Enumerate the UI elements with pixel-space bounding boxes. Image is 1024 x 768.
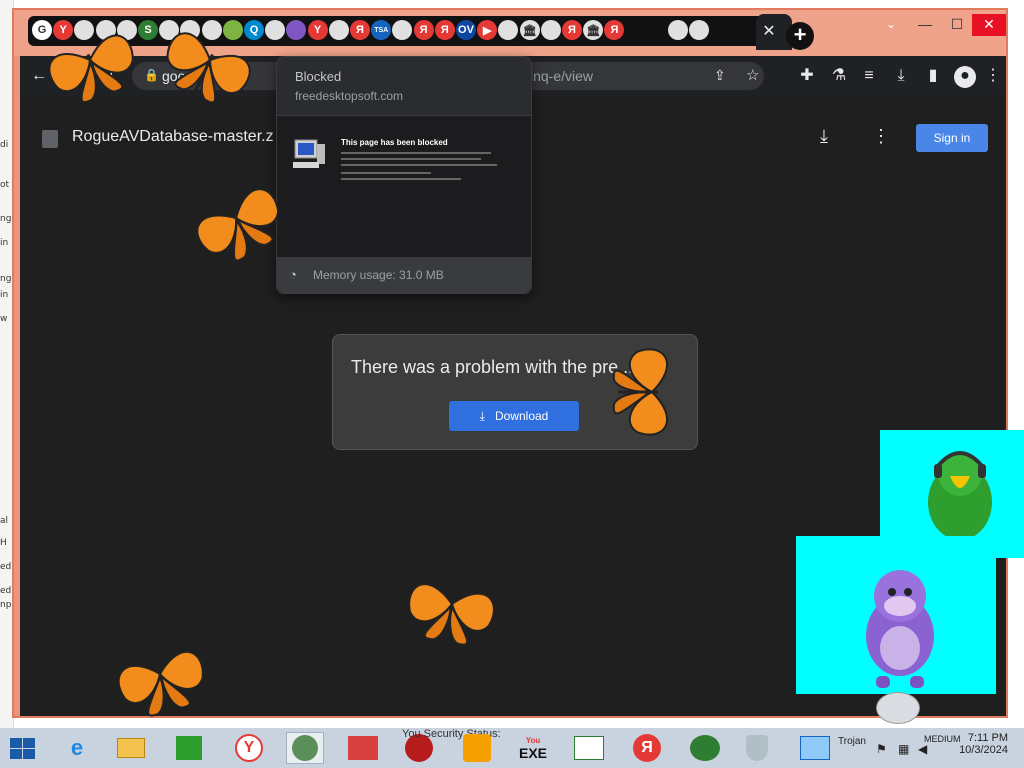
download-icon[interactable]: ⤓ <box>820 126 828 147</box>
download-manager-icon[interactable] <box>686 732 724 764</box>
yandex-browser-icon[interactable]: Y <box>230 732 268 764</box>
clock-time: 7:11 PM <box>967 732 1008 744</box>
kebab-menu-icon[interactable]: ⋮ <box>982 66 1004 88</box>
preview-error-card: There was a problem with the pre... ⤓ Do… <box>332 334 698 450</box>
back-arrow-icon[interactable]: ← <box>28 66 50 88</box>
blank-icon[interactable] <box>646 20 667 40</box>
side-panel-icon[interactable]: ▮ <box>922 66 944 88</box>
desktop-label: di <box>0 140 9 150</box>
memory-usage-bar: ◔ Memory usage: 31.0 MB <box>277 257 531 293</box>
profile-avatar-icon[interactable]: ● <box>954 66 976 88</box>
globe-icon[interactable] <box>201 20 222 40</box>
yandex-icon[interactable]: Я <box>628 732 666 764</box>
star-icon[interactable]: ☆ <box>746 66 759 84</box>
blocked-heading: This page has been blocked <box>341 138 448 147</box>
lab-flask-icon[interactable]: ⚗ <box>828 66 850 88</box>
blocked-text-lines <box>341 152 501 184</box>
blank-icon[interactable] <box>625 20 646 40</box>
youtube-icon: You <box>525 735 541 745</box>
desktop-label: ot <box>0 180 10 190</box>
download-button[interactable]: ⤓ Download <box>449 401 579 431</box>
tab-strip: G Y S Q Y Я TSA Я Я OV ▶ 🏛 Я 🏛 Я ✕ + ⌄ — ☐ ✕ <box>14 10 1006 56</box>
tab-hover-card: Blocked freedesktopsoft.com This page ha… <box>276 56 532 294</box>
hover-card-domain: freedesktopsoft.com <box>295 89 404 103</box>
sign-in-button[interactable]: Sign in <box>916 124 988 152</box>
yandex-icon[interactable]: Я <box>562 20 582 40</box>
chrome-running-icon[interactable] <box>286 732 324 764</box>
globe-icon[interactable] <box>116 20 137 40</box>
close-window-button[interactable]: ✕ <box>972 14 1006 36</box>
ov-icon[interactable]: OV <box>456 20 476 40</box>
desktop-label: np <box>0 600 12 610</box>
document-icon <box>42 130 58 148</box>
globe-icon[interactable] <box>328 20 349 40</box>
google-icon[interactable]: G <box>32 20 52 40</box>
computer-icon <box>293 139 325 168</box>
exe-app-icon[interactable]: You EXE <box>514 732 552 764</box>
shield-icon[interactable] <box>738 732 776 764</box>
document-title: RogueAVDatabase-master.z <box>72 128 274 145</box>
gorilla-icon <box>866 570 934 688</box>
q-icon[interactable]: Q <box>244 20 264 40</box>
download-button-label: Download <box>494 409 549 423</box>
y-icon[interactable]: Y <box>307 20 328 40</box>
clock-date: 10/3/2024 <box>959 744 1008 756</box>
desktop-label: al <box>0 516 9 526</box>
yandex-icon[interactable]: Я <box>434 20 455 40</box>
address-path: lnq-e/view <box>530 68 594 84</box>
desktop-label: ed <box>0 562 12 572</box>
reload-icon[interactable]: ↻ <box>96 66 118 88</box>
exe-label: EXE <box>518 744 547 761</box>
network-monitor-icon[interactable] <box>796 732 834 764</box>
minimize-button[interactable]: — <box>908 14 942 36</box>
share-icon[interactable]: ⇪ <box>714 67 726 84</box>
network-icon[interactable]: ▦ <box>898 742 909 756</box>
yandex-icon[interactable]: Я <box>413 20 434 40</box>
globe-icon[interactable] <box>540 20 561 40</box>
internet-explorer-icon[interactable]: e <box>58 732 96 764</box>
bonzi-character[interactable] <box>796 536 996 694</box>
windows-start-button[interactable] <box>10 738 36 760</box>
volume-icon[interactable]: ◀ <box>918 742 927 756</box>
error-message: There was a problem with the pre... <box>351 357 634 377</box>
package-icon[interactable] <box>344 732 382 764</box>
hover-card-title: Blocked <box>295 69 342 84</box>
desktop-label: ng <box>0 214 12 224</box>
lock-icon: 🔒 <box>144 68 159 82</box>
flag-icon[interactable]: ⚑ <box>876 742 887 756</box>
bank-icon[interactable]: 🏛 <box>519 20 540 40</box>
hover-card-preview: This page has been blocked <box>277 115 531 257</box>
document-viewer-icon[interactable] <box>570 732 608 764</box>
desktop-label: in <box>0 238 9 248</box>
s-icon[interactable]: S <box>138 20 158 40</box>
media-queue-icon[interactable]: ≡ <box>858 66 880 88</box>
globe-icon <box>876 692 920 724</box>
desktop-label: ng <box>0 274 12 284</box>
globe-icon[interactable] <box>668 20 688 40</box>
clock[interactable]: 7:11 PM 10/3/2024 <box>944 732 1008 756</box>
chevron-down-icon[interactable]: ⌄ <box>874 14 908 36</box>
gauge-icon: ◔ <box>289 267 297 282</box>
leaf-icon[interactable] <box>222 20 243 40</box>
file-explorer-icon[interactable] <box>112 732 150 764</box>
taskbar: e Y You Security Status: You EXE Я Troja… <box>0 728 1024 768</box>
new-tab-button[interactable]: + <box>786 22 814 50</box>
downloads-icon[interactable]: ⤓ <box>890 66 912 88</box>
trojan-label: Trojan <box>838 736 866 747</box>
search-magnifier-icon[interactable] <box>458 732 496 764</box>
more-options-icon[interactable]: ⋮ <box>872 126 890 147</box>
desktop-label: in <box>0 290 9 300</box>
extensions-icon[interactable]: ✚ <box>796 66 818 88</box>
download-arrow-icon: ⤓ <box>479 408 485 423</box>
close-tab-icon[interactable]: ✕ <box>760 23 778 41</box>
store-icon[interactable] <box>170 732 208 764</box>
news-icon[interactable] <box>95 20 116 40</box>
maximize-button[interactable]: ☐ <box>940 14 974 36</box>
memory-usage-text: Memory usage: 31.0 MB <box>313 268 444 282</box>
desktop-label: H <box>0 538 7 548</box>
desktop-label: ed <box>0 586 12 596</box>
address-host: goo...com/... <box>162 68 240 84</box>
desktop-label: w <box>0 314 8 324</box>
yandex-icon[interactable]: Я <box>350 20 370 40</box>
